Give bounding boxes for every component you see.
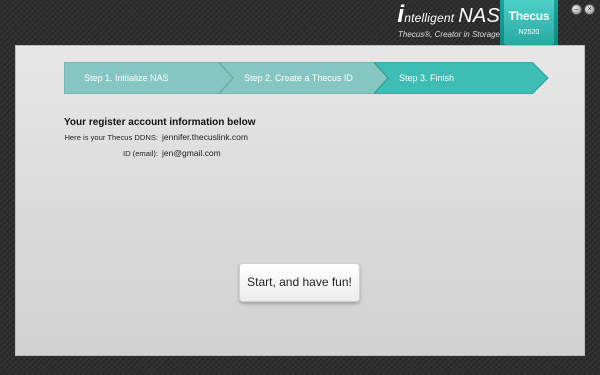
brand-subtitle: Thecus®, Creator in Storage xyxy=(398,30,500,39)
ddns-value: jennifer.thecuslink.com xyxy=(162,132,248,142)
title-rest: ntelligent xyxy=(404,11,455,25)
close-icon: × xyxy=(587,6,592,13)
step-2-label: Step 2. Create a Thecus ID xyxy=(244,73,353,83)
email-label: ID (email): xyxy=(122,149,158,158)
title-suffix: NAS xyxy=(458,5,500,27)
step-1-label: Step 1. Initialize NAS xyxy=(84,73,169,83)
badge-model: N2520 xyxy=(518,29,540,36)
email-value: jen@gmail.com xyxy=(162,148,221,158)
brand-title-area: intelligent NAS Thecus®, Creator in Stora… xyxy=(385,3,500,40)
badge-logo: Thecus xyxy=(508,9,550,23)
product-title: intelligent NAS xyxy=(385,3,500,29)
minimize-button[interactable]: – xyxy=(571,4,582,15)
info-title: Your register account information below xyxy=(64,117,256,128)
ddns-label: Here is your Thecus DDNS: xyxy=(64,133,158,142)
ddns-row: Here is your Thecus DDNS: jennifer.thecu… xyxy=(0,132,600,145)
minimize-icon: – xyxy=(574,6,579,13)
email-row: ID (email): jen@gmail.com xyxy=(0,148,600,161)
start-button[interactable]: Start, and have fun! xyxy=(239,263,360,302)
step-3-label: Step 3. Finish xyxy=(399,73,455,83)
close-button[interactable]: × xyxy=(584,4,595,15)
